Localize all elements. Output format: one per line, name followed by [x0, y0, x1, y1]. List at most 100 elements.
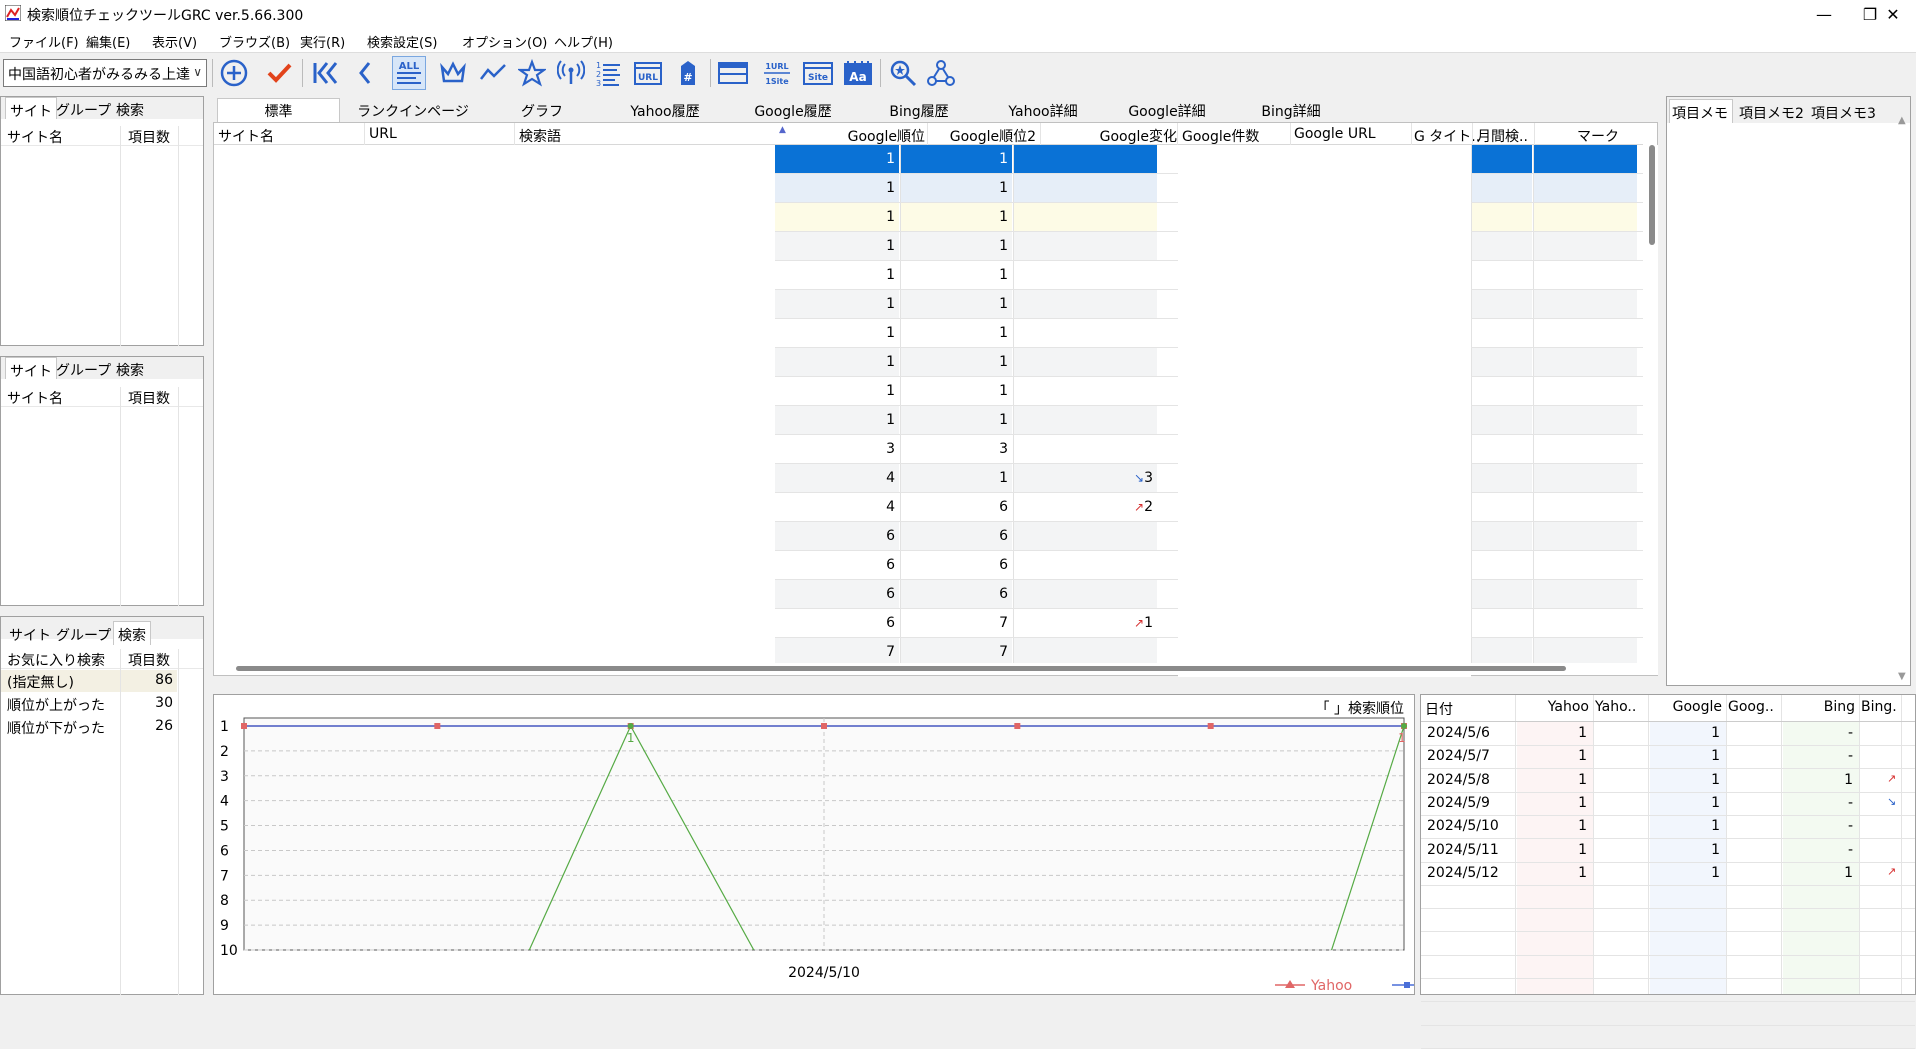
first-icon[interactable]	[310, 58, 340, 88]
monthly-search-cell[interactable]	[1471, 174, 1532, 203]
mark-cell[interactable]	[1533, 580, 1637, 609]
monthly-search-cell[interactable]	[1471, 232, 1532, 261]
mark-cell[interactable]	[1533, 261, 1637, 290]
google-rank2-cell[interactable]: 1	[900, 319, 1012, 348]
google-change-cell[interactable]: ↗2	[1013, 493, 1157, 522]
google-rank-cell[interactable]: 1	[775, 145, 899, 174]
mark-cell[interactable]	[1533, 203, 1637, 232]
google-rank-cell[interactable]: 6	[775, 522, 899, 551]
star-icon[interactable]	[517, 58, 547, 88]
col-yahoo-change[interactable]: Yaho..	[1595, 699, 1644, 715]
col-item-count[interactable]: 項目数	[128, 127, 170, 147]
antenna-icon[interactable]	[556, 58, 586, 88]
mark-cell[interactable]	[1533, 377, 1637, 406]
tab-bing-detail[interactable]: Bing詳細	[1229, 101, 1353, 121]
scroll-up-icon[interactable]: ▲	[1898, 115, 1906, 126]
col-item-count[interactable]: 項目数	[128, 388, 170, 408]
col-yahoo[interactable]: Yahoo	[1517, 699, 1589, 715]
vertical-scrollbar[interactable]	[1646, 145, 1658, 675]
mark-cell[interactable]	[1533, 493, 1637, 522]
mark-cell[interactable]	[1533, 435, 1637, 464]
col-google-rank[interactable]: Google順位	[792, 126, 925, 146]
site-icon[interactable]: Site	[803, 58, 833, 88]
col-url[interactable]: URL	[369, 126, 397, 142]
google-rank2-cell[interactable]: 3	[900, 435, 1012, 464]
google-rank-cell[interactable]: 1	[775, 174, 899, 203]
monthly-search-cell[interactable]	[1471, 261, 1532, 290]
tab-group[interactable]: グループ	[56, 100, 111, 120]
google-change-cell[interactable]	[1013, 319, 1157, 348]
tab-search[interactable]: 検索	[116, 100, 144, 120]
trend-icon[interactable]	[478, 58, 508, 88]
google-rank2-cell[interactable]: 1	[900, 406, 1012, 435]
horizontal-scrollbar[interactable]	[214, 663, 1644, 675]
google-rank-cell[interactable]: 6	[775, 609, 899, 638]
col-google-count[interactable]: Google件数	[1182, 126, 1259, 146]
monthly-search-cell[interactable]	[1471, 464, 1532, 493]
table-row[interactable]: 2024/5/7 1 1 -	[1421, 747, 1915, 769]
table-row[interactable]: 2024/5/8 1 1 1 ↗	[1421, 771, 1915, 793]
google-change-cell[interactable]	[1013, 174, 1157, 203]
monthly-search-cell[interactable]	[1471, 145, 1532, 174]
check-icon[interactable]	[264, 58, 294, 88]
google-change-cell[interactable]	[1013, 377, 1157, 406]
url-1site-icon[interactable]: 1URL 1Site	[762, 58, 792, 88]
mark-cell[interactable]	[1533, 522, 1637, 551]
menu-browse[interactable]: ブラウズ(B)	[219, 32, 290, 51]
mark-cell[interactable]	[1533, 290, 1637, 319]
tab-memo-2[interactable]: 項目メモ2	[1739, 103, 1804, 123]
monthly-search-cell[interactable]	[1471, 580, 1532, 609]
monthly-search-cell[interactable]	[1471, 609, 1532, 638]
site-select[interactable]: 中国語初心者がみるみる上達 ∨	[3, 59, 207, 87]
table-row[interactable]: 2024/5/12 1 1 1 ↗	[1421, 864, 1915, 886]
google-rank-cell[interactable]: 1	[775, 377, 899, 406]
google-change-cell[interactable]	[1013, 145, 1157, 174]
google-change-cell[interactable]	[1013, 203, 1157, 232]
google-change-cell[interactable]	[1013, 551, 1157, 580]
scroll-down-icon[interactable]: ▼	[1898, 671, 1906, 682]
list-item-selected[interactable]: (指定無し) 86	[1, 670, 177, 692]
mark-cell[interactable]	[1533, 551, 1637, 580]
google-rank-cell[interactable]: 1	[775, 261, 899, 290]
prev-icon[interactable]	[350, 58, 380, 88]
google-change-cell[interactable]	[1013, 522, 1157, 551]
google-change-cell[interactable]: ↘3	[1013, 464, 1157, 493]
col-google-change[interactable]: Google変化	[1039, 126, 1177, 146]
col-bing-change[interactable]: Bing..	[1861, 699, 1897, 715]
google-rank-cell[interactable]: 1	[775, 406, 899, 435]
tab-rankin-page[interactable]: ランクインページ	[343, 101, 483, 121]
mark-cell[interactable]	[1533, 609, 1637, 638]
google-change-cell[interactable]	[1013, 435, 1157, 464]
monthly-search-cell[interactable]	[1471, 551, 1532, 580]
table-row[interactable]: 2024/5/6 1 1 -	[1421, 724, 1915, 746]
google-rank2-cell[interactable]: 6	[900, 580, 1012, 609]
google-rank2-cell[interactable]: 1	[900, 464, 1012, 493]
tab-site[interactable]: サイト	[5, 357, 57, 380]
google-rank-cell[interactable]: 4	[775, 464, 899, 493]
tab-group[interactable]: グループ	[56, 625, 111, 645]
list-numbered-icon[interactable]: 123	[593, 58, 623, 88]
mark-cell[interactable]	[1533, 232, 1637, 261]
col-bing[interactable]: Bing	[1783, 699, 1855, 715]
google-rank2-cell[interactable]: 1	[900, 348, 1012, 377]
mark-cell[interactable]	[1533, 174, 1637, 203]
google-rank2-cell[interactable]: 6	[900, 493, 1012, 522]
col-g-title[interactable]: G タイト..	[1414, 126, 1480, 146]
list-item[interactable]: 順位が下がった 26	[1, 716, 177, 738]
col-site-name[interactable]: サイト名	[7, 127, 63, 147]
crown-icon[interactable]	[438, 58, 468, 88]
google-change-cell[interactable]	[1013, 406, 1157, 435]
google-rank2-cell[interactable]: 1	[900, 174, 1012, 203]
google-change-cell[interactable]	[1013, 290, 1157, 319]
tab-standard[interactable]: 標準	[217, 101, 340, 121]
monthly-search-cell[interactable]	[1471, 435, 1532, 464]
monthly-search-cell[interactable]	[1471, 319, 1532, 348]
google-rank2-cell[interactable]: 1	[900, 261, 1012, 290]
menu-view[interactable]: 表示(V)	[152, 32, 197, 51]
tab-search[interactable]: 検索	[113, 621, 151, 645]
scrollbar-thumb[interactable]	[236, 666, 1566, 671]
minimize-button[interactable]: —	[1801, 0, 1847, 28]
col-date[interactable]: 日付	[1425, 699, 1511, 719]
google-rank2-cell[interactable]: 1	[900, 203, 1012, 232]
col-google-change[interactable]: Goog..	[1728, 699, 1777, 715]
